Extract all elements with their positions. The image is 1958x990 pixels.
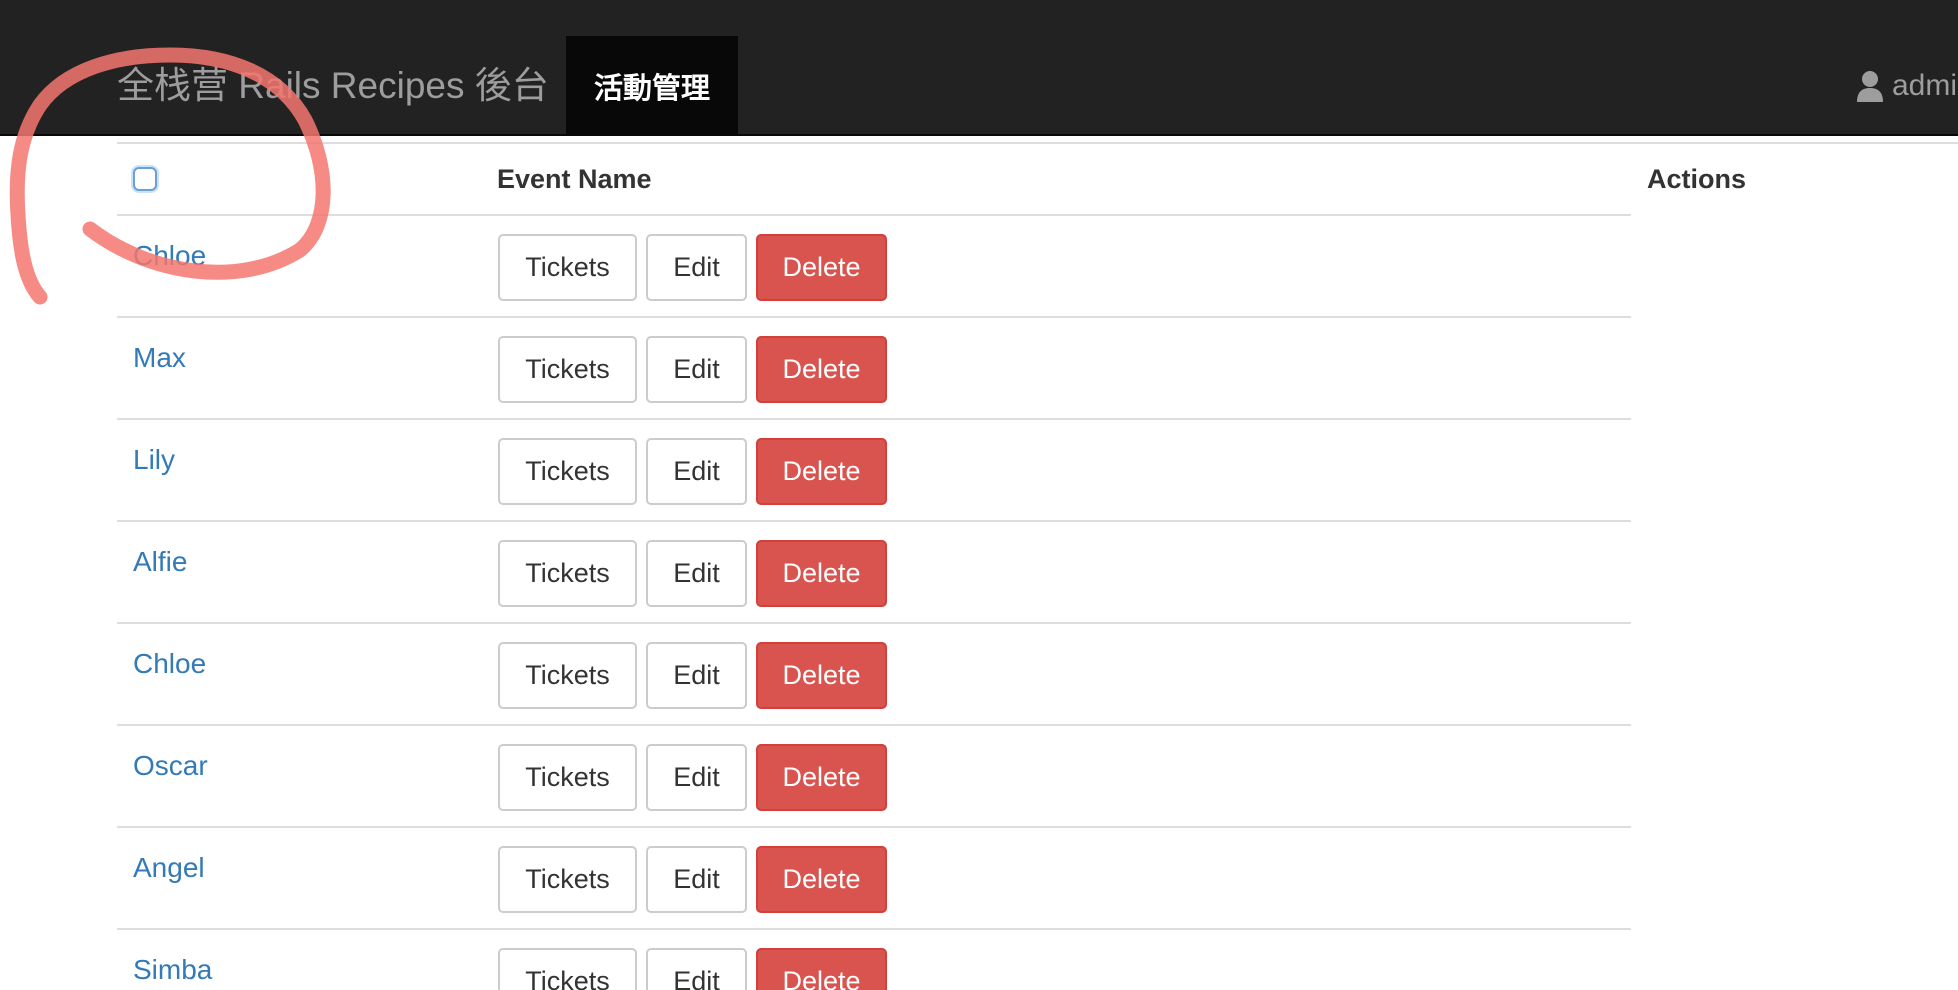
- edit-button[interactable]: Edit: [646, 336, 747, 403]
- select-all-cell: [133, 144, 157, 214]
- event-name-link[interactable]: Angel: [133, 848, 205, 888]
- delete-button[interactable]: Delete: [756, 642, 887, 709]
- page: 全栈营 Rails Recipes 後台 活動管理 admin Event Na…: [0, 0, 1958, 990]
- tickets-button[interactable]: Tickets: [498, 642, 637, 709]
- edit-button[interactable]: Edit: [646, 948, 747, 990]
- user-icon: [1857, 71, 1883, 102]
- edit-button[interactable]: Edit: [646, 234, 747, 301]
- table-row: Lily Tickets Edit Delete: [117, 420, 1631, 522]
- table-row: Simba Tickets Edit Delete: [117, 930, 1631, 990]
- table-row: Max Tickets Edit Delete: [117, 318, 1631, 420]
- tickets-button[interactable]: Tickets: [498, 438, 637, 505]
- select-all-checkbox[interactable]: [133, 167, 157, 191]
- table-row: Alfie Tickets Edit Delete: [117, 522, 1631, 624]
- event-name-link[interactable]: Alfie: [133, 542, 187, 582]
- edit-button[interactable]: Edit: [646, 540, 747, 607]
- edit-button[interactable]: Edit: [646, 744, 747, 811]
- delete-button[interactable]: Delete: [756, 540, 887, 607]
- tickets-button[interactable]: Tickets: [498, 744, 637, 811]
- edit-button[interactable]: Edit: [646, 846, 747, 913]
- tickets-button[interactable]: Tickets: [498, 948, 637, 990]
- column-header-actions: Actions: [1647, 163, 1747, 194]
- nav-item-label: 活動管理: [593, 73, 710, 105]
- delete-button[interactable]: Delete: [756, 438, 887, 505]
- edit-button[interactable]: Edit: [646, 438, 747, 505]
- delete-button[interactable]: Delete: [756, 948, 887, 990]
- event-name-link[interactable]: Chloe: [133, 644, 206, 684]
- event-name-link[interactable]: Oscar: [133, 746, 208, 786]
- table-row: Chloe Tickets Edit Delete: [117, 624, 1631, 726]
- event-name-link[interactable]: Lily: [133, 440, 175, 480]
- delete-button[interactable]: Delete: [756, 846, 887, 913]
- navbar: 全栈营 Rails Recipes 後台 活動管理 admin: [0, 0, 1958, 136]
- tickets-button[interactable]: Tickets: [498, 846, 637, 913]
- tickets-button[interactable]: Tickets: [498, 336, 637, 403]
- user-name: admin: [1892, 69, 1958, 102]
- delete-button[interactable]: Delete: [756, 336, 887, 403]
- tickets-button[interactable]: Tickets: [498, 540, 637, 607]
- table-body: Chloe Tickets Edit Delete Max Tickets Ed…: [117, 216, 1631, 990]
- table-row: Angel Tickets Edit Delete: [117, 828, 1631, 930]
- delete-button[interactable]: Delete: [756, 744, 887, 811]
- table-header: Event Name: [117, 144, 1631, 216]
- event-name-link[interactable]: Chloe: [133, 236, 206, 276]
- delete-button[interactable]: Delete: [756, 234, 887, 301]
- event-name-link[interactable]: Simba: [133, 950, 212, 990]
- table-row: Oscar Tickets Edit Delete: [117, 726, 1631, 828]
- edit-button[interactable]: Edit: [646, 642, 747, 709]
- tickets-button[interactable]: Tickets: [498, 234, 637, 301]
- nav-item-event-management[interactable]: 活動管理: [566, 36, 738, 136]
- table-row: Chloe Tickets Edit Delete: [117, 216, 1631, 318]
- brand-link[interactable]: 全栈营 Rails Recipes 後台: [117, 58, 549, 114]
- column-header-event-name: Event Name: [497, 163, 652, 194]
- event-name-link[interactable]: Max: [133, 338, 186, 378]
- user-menu[interactable]: admin: [1856, 64, 1958, 108]
